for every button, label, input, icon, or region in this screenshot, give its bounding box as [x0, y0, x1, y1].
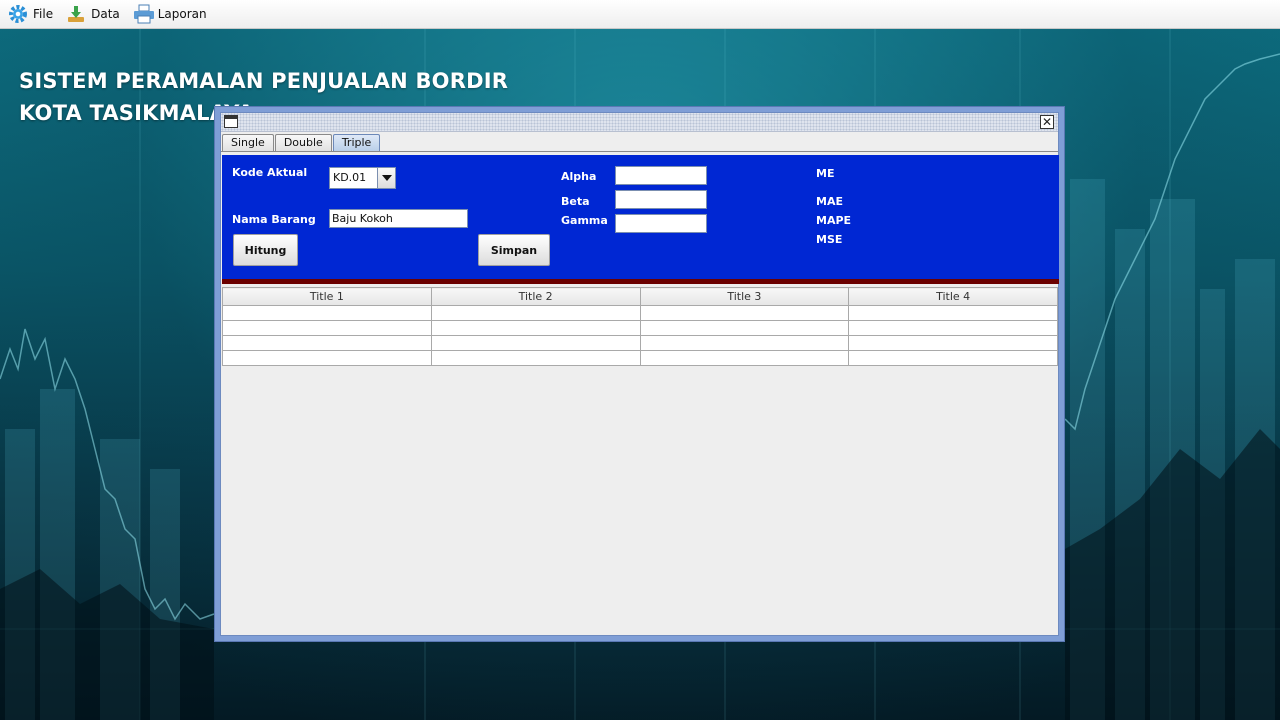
tab-divider: [221, 151, 1058, 152]
internal-frame-content: ✕ Single Double Triple Kode Aktual KD.01…: [220, 112, 1059, 636]
table-cell[interactable]: [848, 335, 1058, 351]
alpha-input[interactable]: [615, 166, 707, 185]
column-header[interactable]: Title 4: [848, 287, 1058, 306]
app-title-line1: SISTEM PERAMALAN PENJUALAN BORDIR: [19, 69, 509, 93]
mae-label: MAE: [816, 195, 843, 208]
me-label: ME: [816, 167, 835, 180]
mape-label: MAPE: [816, 214, 852, 227]
tab-single[interactable]: Single: [222, 134, 274, 151]
tab-triple[interactable]: Triple: [332, 134, 381, 151]
nama-barang-label: Nama Barang: [232, 213, 316, 226]
menu-laporan-label: Laporan: [157, 7, 207, 21]
menu-file[interactable]: File: [8, 4, 53, 24]
table-header-row: Title 1 Title 2 Title 3 Title 4: [222, 287, 1058, 306]
table-cell[interactable]: [639, 320, 850, 336]
table-row[interactable]: [222, 305, 1058, 321]
frame-title-bar[interactable]: ✕: [221, 113, 1058, 132]
table-cell[interactable]: [430, 350, 641, 366]
tab-bar: Single Double Triple: [222, 134, 381, 152]
table-cell[interactable]: [639, 350, 850, 366]
form-panel: Kode Aktual KD.01 Nama Barang Hitung Sim…: [222, 155, 1059, 284]
column-header[interactable]: Title 3: [639, 287, 850, 306]
table-cell[interactable]: [848, 350, 1058, 366]
table-row[interactable]: [222, 320, 1058, 336]
nama-barang-input[interactable]: [329, 209, 468, 228]
table-cell[interactable]: [222, 320, 432, 336]
menu-laporan[interactable]: Laporan: [133, 4, 207, 24]
table-cell[interactable]: [222, 305, 432, 321]
menu-data-label: Data: [91, 7, 120, 21]
table-row[interactable]: [222, 350, 1058, 366]
kode-aktual-value: KD.01: [333, 171, 367, 184]
table-cell[interactable]: [222, 335, 432, 351]
table-cell[interactable]: [848, 320, 1058, 336]
table-cell[interactable]: [848, 305, 1058, 321]
close-icon: ✕: [1041, 115, 1053, 129]
results-table: Title 1 Title 2 Title 3 Title 4: [222, 287, 1058, 366]
kode-aktual-combobox[interactable]: KD.01: [329, 167, 396, 189]
chevron-down-icon[interactable]: [377, 168, 395, 188]
table-cell[interactable]: [639, 305, 850, 321]
gamma-label: Gamma: [561, 214, 608, 227]
table-cell[interactable]: [430, 320, 641, 336]
simpan-button[interactable]: Simpan: [478, 234, 550, 266]
table-cell[interactable]: [222, 350, 432, 366]
tab-double[interactable]: Double: [274, 134, 332, 151]
gamma-input[interactable]: [615, 214, 707, 233]
menu-file-label: File: [33, 7, 54, 21]
table-cell[interactable]: [430, 305, 641, 321]
menu-bar: File Data Laporan: [0, 0, 1280, 29]
beta-input[interactable]: [615, 190, 707, 209]
table-cell[interactable]: [430, 335, 641, 351]
internal-frame-window: ✕ Single Double Triple Kode Aktual KD.01…: [214, 106, 1065, 642]
close-button[interactable]: ✕: [1040, 115, 1054, 129]
beta-label: Beta: [561, 195, 590, 208]
kode-aktual-label: Kode Aktual: [232, 166, 308, 179]
table-row[interactable]: [222, 335, 1058, 351]
menu-data[interactable]: Data: [66, 4, 120, 24]
gear-icon: [8, 4, 28, 24]
column-header[interactable]: Title 2: [430, 287, 641, 306]
printer-icon: [133, 4, 154, 24]
column-header[interactable]: Title 1: [222, 287, 432, 306]
alpha-label: Alpha: [561, 170, 597, 183]
download-icon: [66, 4, 86, 24]
window-icon: [224, 115, 238, 128]
table-cell[interactable]: [639, 335, 850, 351]
hitung-button[interactable]: Hitung: [233, 234, 298, 266]
mse-label: MSE: [816, 233, 843, 246]
